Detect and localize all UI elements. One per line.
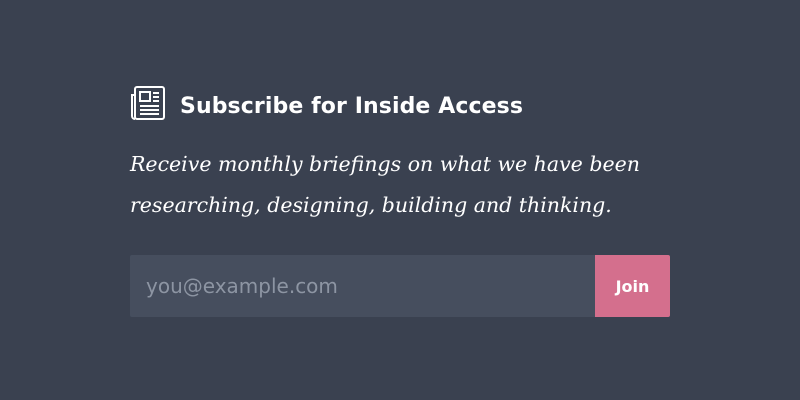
- subscribe-form: Join: [130, 255, 670, 317]
- join-button[interactable]: Join: [595, 255, 670, 317]
- newspaper-icon: [130, 85, 166, 121]
- subscribe-panel: Subscribe for Inside Access Receive mont…: [130, 83, 690, 317]
- subscribe-title: Subscribe for Inside Access: [180, 93, 524, 119]
- email-field[interactable]: [130, 255, 595, 317]
- subscribe-description: Receive monthly briefings on what we hav…: [130, 152, 640, 217]
- subscribe-header: Subscribe for Inside Access: [130, 83, 690, 123]
